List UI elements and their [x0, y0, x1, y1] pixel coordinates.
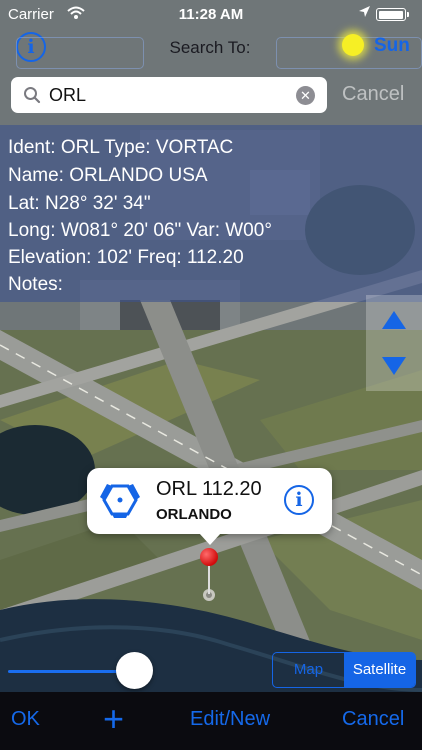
scroll-arrows: [366, 295, 422, 391]
info-notes-line: Notes:: [8, 274, 63, 295]
info-long-line: Long: W081° 20' 06" Var: W00°: [8, 220, 272, 241]
info-elevation-line: Elevation: 102' Freq: 112.20: [8, 247, 244, 268]
edit-new-button[interactable]: Edit/New: [190, 708, 270, 731]
satellite-segment[interactable]: Satellite: [344, 653, 415, 687]
info-icon[interactable]: i: [284, 485, 314, 515]
up-arrow-icon[interactable]: [382, 311, 406, 329]
map-segment[interactable]: Map: [273, 653, 344, 687]
search-icon: [23, 86, 41, 109]
bottom-toolbar: OK + Edit/New Cancel: [0, 692, 422, 750]
callout-subtitle: ORLANDO: [156, 506, 232, 523]
info-lat-line: Lat: N28° 32' 34": [8, 193, 151, 214]
search-input[interactable]: ORL: [49, 85, 86, 106]
navaid-info-panel: Ident: ORL Type: VORTAC Name: ORLANDO US…: [0, 125, 422, 302]
search-field[interactable]: ORL ✕: [11, 77, 327, 113]
callout-title: ORL 112.20: [156, 478, 262, 500]
location-arrow-icon: [358, 5, 371, 22]
search-to-title: Search To:: [169, 38, 251, 57]
sun-button[interactable]: Sun: [374, 35, 410, 57]
navaid-callout[interactable]: ORL 112.20 ORLANDO i: [87, 468, 332, 545]
status-bar: Carrier 11:28 AM: [0, 0, 422, 30]
search-cancel-button[interactable]: Cancel: [342, 83, 404, 106]
vortac-icon: [100, 482, 140, 523]
pin-stem: [208, 564, 210, 594]
info-ident-line: Ident: ORL Type: VORTAC: [8, 137, 234, 158]
ok-button[interactable]: OK: [11, 708, 40, 731]
battery-fill: [378, 10, 403, 19]
sun-icon[interactable]: [342, 34, 364, 56]
battery-icon: [376, 8, 409, 21]
info-name-line: Name: ORLANDO USA: [8, 165, 208, 186]
header: i Search To: Sun: [0, 30, 422, 70]
map-pin[interactable]: [200, 548, 218, 566]
cancel-button[interactable]: Cancel: [342, 708, 404, 731]
slider-thumb[interactable]: [116, 652, 153, 689]
map-type-segmented: Map Satellite: [272, 652, 416, 688]
clear-icon[interactable]: ✕: [296, 86, 315, 105]
down-arrow-icon[interactable]: [382, 357, 406, 375]
plus-icon[interactable]: +: [103, 698, 124, 740]
